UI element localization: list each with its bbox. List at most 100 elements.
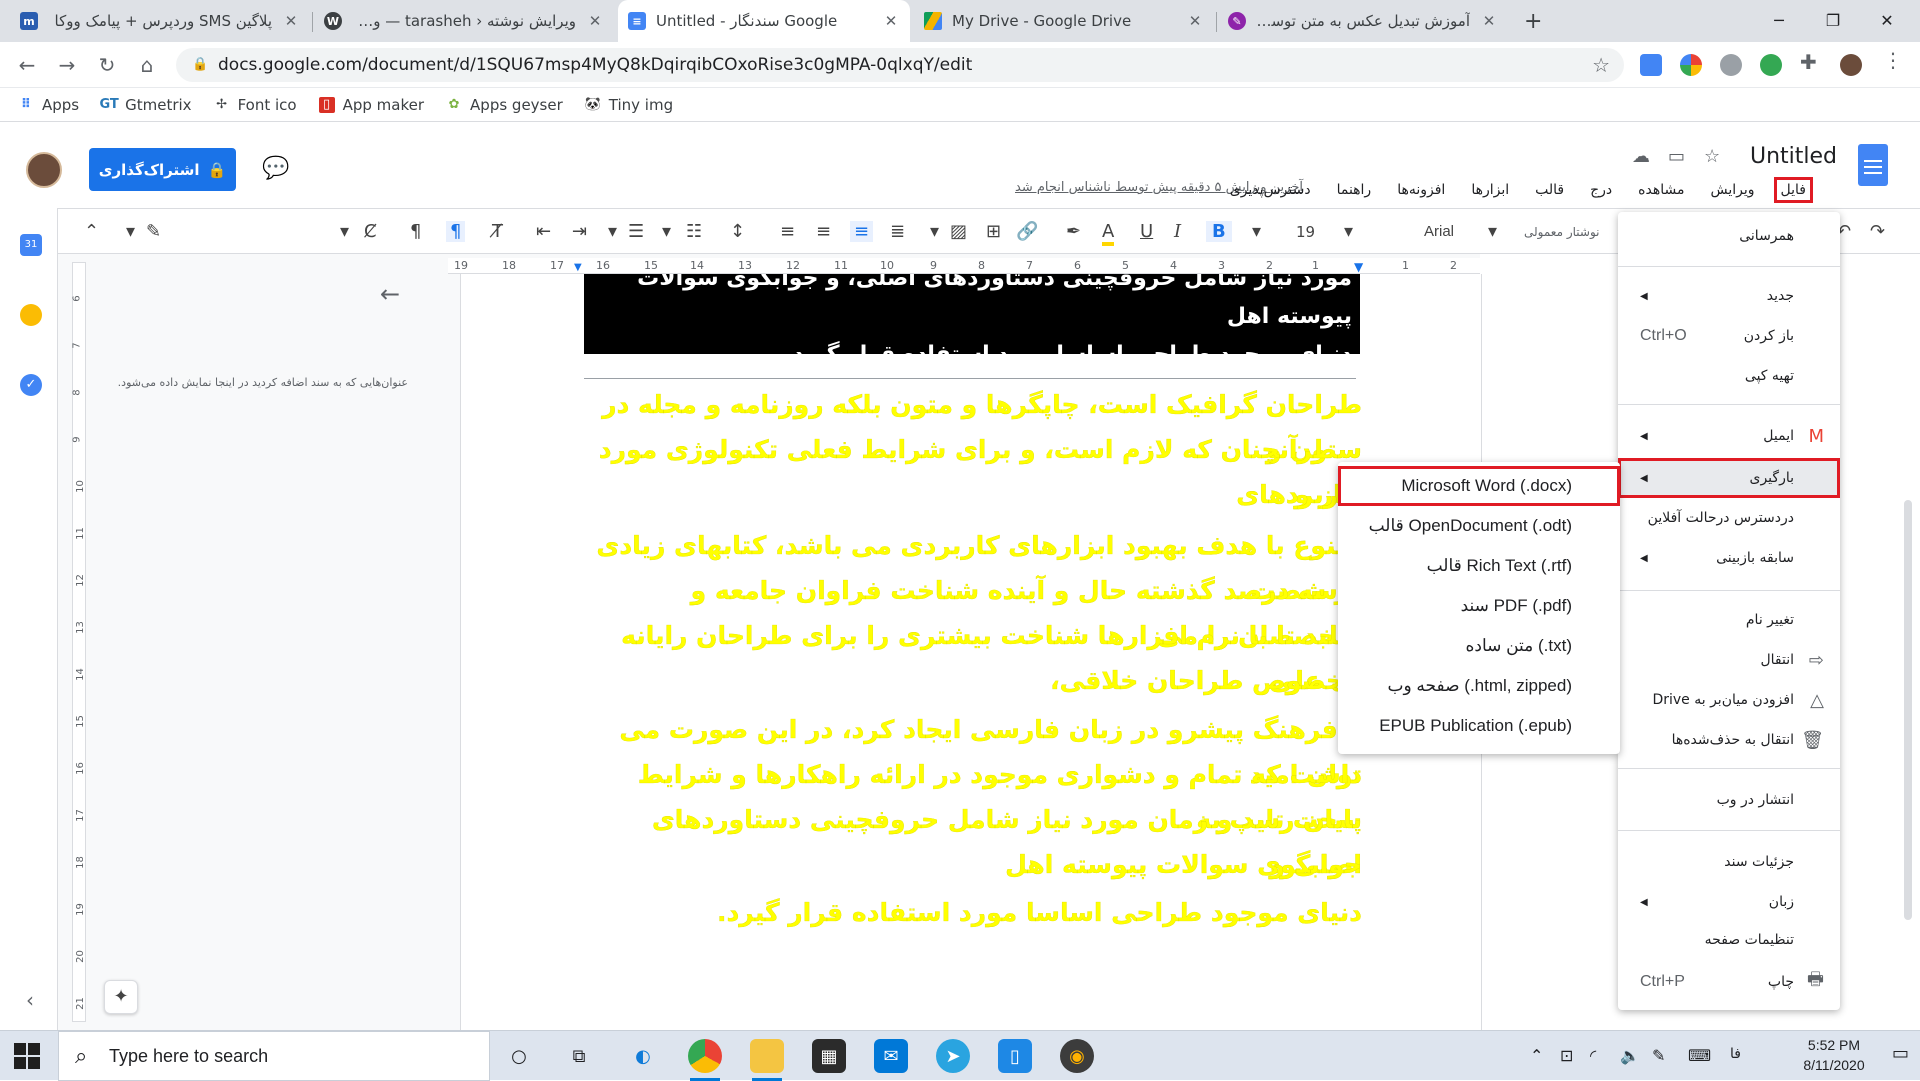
reload-icon[interactable]: ↻ xyxy=(92,50,122,80)
rtl-paragraph-icon[interactable]: ¶ xyxy=(446,221,466,242)
system-clock[interactable]: 5:52 PM 8/11/2020 xyxy=(1798,1035,1870,1075)
bookmark-tiny-img[interactable]: 🐼 Tiny img xyxy=(585,96,673,114)
chevron-down-icon[interactable]: ▾ xyxy=(930,221,939,242)
forward-arrow-icon[interactable]: → xyxy=(52,50,82,80)
browser-tab[interactable]: m پلاگین SMS وردپرس + پیامک ووکا ✕ xyxy=(10,0,310,42)
windows-start-icon[interactable] xyxy=(14,1043,40,1069)
clear-formatting-icon[interactable]: Ȼ xyxy=(364,221,377,242)
color-extension-icon[interactable] xyxy=(1680,54,1702,76)
browser-tab[interactable]: My Drive - Google Drive ✕ xyxy=(914,0,1214,42)
body-text-line[interactable]: جوابگوی سوالات پیوسته اهل xyxy=(584,842,1362,887)
close-tab-icon[interactable]: ✕ xyxy=(1480,12,1498,30)
chevron-down-icon[interactable]: ▾ xyxy=(340,221,349,242)
explore-icon[interactable]: ✦ xyxy=(104,980,138,1014)
menu-help[interactable]: راهنما xyxy=(1333,180,1376,200)
bookmark-gtmetrix[interactable]: GT Gtmetrix xyxy=(99,96,191,114)
file-menu-page-setup[interactable]: تنظیمات صفحه xyxy=(1618,920,1840,960)
download-epub[interactable]: EPUB Publication (.epub) xyxy=(1338,706,1620,746)
menu-file[interactable]: فایل xyxy=(1773,177,1814,203)
align-right-icon[interactable]: ≡ xyxy=(850,221,874,242)
align-left-icon[interactable]: ≡ xyxy=(780,221,795,242)
bookmark-apps-geyser[interactable]: ✿ Apps geyser xyxy=(446,96,563,114)
file-menu-download[interactable]: ◀ بارگیری xyxy=(1618,458,1840,498)
notifications-icon[interactable]: ▭ xyxy=(1892,1043,1909,1064)
file-menu-share[interactable]: همرسانی xyxy=(1618,216,1840,256)
file-menu-publish[interactable]: انتشار در وب xyxy=(1618,780,1840,820)
body-text-line[interactable]: کاربردهای xyxy=(584,472,1362,517)
globe-extension-icon[interactable] xyxy=(1760,54,1782,76)
clear-format-icon[interactable]: T̸ xyxy=(492,221,503,242)
store-icon[interactable]: ▦ xyxy=(812,1039,846,1073)
font-family-select[interactable]: Arial xyxy=(1424,223,1454,240)
download-pdf[interactable]: سند PDF (.pdf) xyxy=(1338,586,1620,626)
close-tab-icon[interactable]: ✕ xyxy=(882,12,900,30)
chevron-down-icon[interactable]: ▾ xyxy=(662,221,671,242)
extension-icon[interactable] xyxy=(1720,54,1742,76)
ltr-paragraph-icon[interactable]: ¶ xyxy=(410,221,421,242)
collapse-toolbar-icon[interactable]: ⌃ xyxy=(84,221,99,242)
menu-insert[interactable]: درج xyxy=(1586,180,1616,200)
wifi-icon[interactable]: ◜ xyxy=(1590,1046,1596,1065)
font-size-field[interactable]: 19 xyxy=(1296,223,1315,241)
bold-icon[interactable]: B xyxy=(1206,221,1232,242)
body-text-line[interactable]: الخصوص طراحان خلاقی، xyxy=(584,658,1362,703)
chevron-down-icon[interactable]: ▾ xyxy=(608,221,617,242)
chevron-down-icon[interactable]: ▾ xyxy=(1488,221,1497,242)
comments-icon[interactable]: 💬 xyxy=(262,156,289,181)
cortana-icon[interactable]: ○ xyxy=(502,1039,536,1073)
left-indent-marker[interactable]: ▼ xyxy=(574,262,582,273)
insert-link-icon[interactable]: 🔗 xyxy=(1016,221,1038,242)
right-indent-marker[interactable]: ▼ xyxy=(1354,260,1363,274)
download-html[interactable]: صفحه وب (.html, zipped) xyxy=(1338,666,1620,706)
file-menu-language[interactable]: ◀ زبان xyxy=(1618,882,1840,922)
file-menu-details[interactable]: جزئیات سند xyxy=(1618,842,1840,882)
close-tab-icon[interactable]: ✕ xyxy=(282,12,300,30)
editing-mode-chevron-icon[interactable]: ▾ xyxy=(126,221,135,242)
menu-edit[interactable]: ویرایش xyxy=(1707,180,1759,200)
close-tab-icon[interactable]: ✕ xyxy=(586,12,604,30)
file-menu-offline[interactable]: دردسترس درحالت آفلاین xyxy=(1618,498,1840,538)
puzzle-extensions-icon[interactable]: ✚ xyxy=(1800,50,1822,74)
browser-tab[interactable]: ✎ آموزش تبدیل عکس به متن توسط گ ✕ xyxy=(1218,0,1508,42)
profile-avatar[interactable] xyxy=(1840,54,1862,76)
menu-addons[interactable]: افزونه‌ها xyxy=(1393,180,1449,200)
close-tab-icon[interactable]: ✕ xyxy=(1186,12,1204,30)
translate-extension-icon[interactable] xyxy=(1640,54,1662,76)
tasks-icon[interactable]: ✓ xyxy=(20,374,42,396)
file-menu-make-copy[interactable]: تهیه کپی xyxy=(1618,356,1840,396)
chrome-icon[interactable] xyxy=(688,1039,722,1081)
chevron-down-icon[interactable]: ▾ xyxy=(1252,221,1261,242)
download-rtf[interactable]: قالب Rich Text (.rtf) xyxy=(1338,546,1620,586)
minimize-button[interactable]: ─ xyxy=(1752,0,1806,40)
underline-icon[interactable]: U xyxy=(1140,221,1153,242)
file-menu-email[interactable]: ◀ ایمیل M xyxy=(1618,416,1840,456)
network-adapter-icon[interactable]: ⊡ xyxy=(1560,1046,1573,1065)
edge-icon[interactable]: ◐ xyxy=(626,1039,660,1073)
body-text-line[interactable]: دنیای موجود طراحی اساسا مورد استفاده قرا… xyxy=(584,890,1362,935)
file-menu-print[interactable]: Ctrl+P چاپ 🖶 xyxy=(1618,962,1840,1002)
menu-view[interactable]: مشاهده xyxy=(1634,180,1688,200)
pen-icon[interactable]: ✎ xyxy=(1652,1046,1665,1065)
google-docs-icon[interactable] xyxy=(1858,144,1888,186)
menu-tools[interactable]: ابزارها xyxy=(1467,180,1513,200)
media-player-icon[interactable]: ◉ xyxy=(1060,1039,1094,1073)
highlighted-paragraph[interactable]: مورد نیاز شامل حروفچینی دستاوردهای اصلی،… xyxy=(584,274,1360,354)
indent-decrease-icon[interactable]: ⇤ xyxy=(536,221,551,242)
input-language[interactable]: فا xyxy=(1730,1046,1741,1062)
chevron-down-icon[interactable]: ▾ xyxy=(1344,221,1353,242)
calendar-icon[interactable]: 31 xyxy=(20,234,42,256)
text-color-icon[interactable]: A xyxy=(1102,221,1115,246)
avatar[interactable] xyxy=(26,152,62,188)
file-menu-new[interactable]: ◀ جدید xyxy=(1618,276,1840,316)
redo-icon[interactable]: ↷ xyxy=(1870,221,1885,242)
back-arrow-icon[interactable]: ← xyxy=(380,280,400,308)
italic-icon[interactable]: I xyxy=(1174,221,1181,242)
file-menu-move[interactable]: انتقال ⇨ xyxy=(1618,640,1840,680)
move-folder-icon[interactable]: ▭ xyxy=(1668,146,1685,167)
download-odt[interactable]: قالب OpenDocument (.odt) xyxy=(1338,506,1620,546)
lock-icon[interactable]: 🔒 xyxy=(192,57,208,72)
phone-app-icon[interactable]: ▯ xyxy=(998,1039,1032,1073)
home-icon[interactable]: ⌂ xyxy=(132,50,162,80)
new-tab-button[interactable]: + xyxy=(1514,0,1550,42)
address-bar[interactable]: 🔒 docs.google.com/document/d/1SQU67msp4M… xyxy=(176,48,1624,82)
